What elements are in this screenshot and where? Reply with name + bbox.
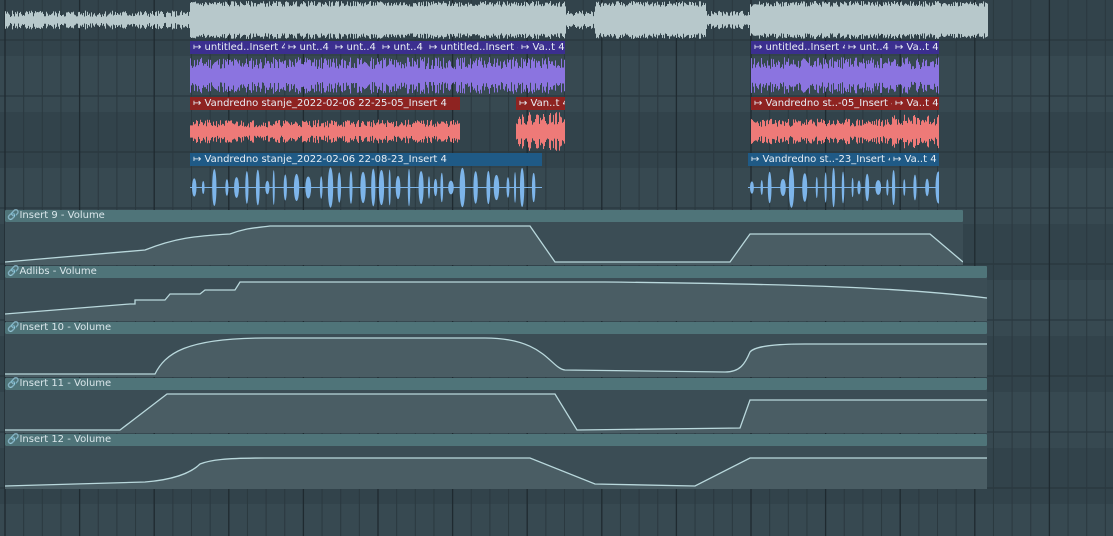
audio-clip[interactable]: ↦ Vandredno st..-05_Insert 4	[751, 97, 892, 153]
automation-clip-header[interactable]: 🔗Adlibs - Volume	[5, 266, 987, 278]
clip-title[interactable]: ↦ Vandredno st..-05_Insert 4	[751, 97, 892, 110]
automation-clip-header[interactable]: 🔗Insert 12 - Volume	[5, 434, 987, 446]
link-icon: 🔗	[7, 434, 20, 445]
audio-clip[interactable]: ↦ untitled..Insert 4	[426, 41, 518, 97]
clip-title[interactable]: ↦ Van..t 4	[516, 97, 565, 110]
audio-clip-top[interactable]	[5, 0, 988, 40]
automation-curve[interactable]	[5, 334, 987, 377]
audio-clip[interactable]: ↦ unt..4	[332, 41, 379, 97]
automation-clip-header[interactable]: 🔗Insert 9 - Volume	[5, 210, 963, 222]
waveform	[332, 57, 379, 94]
automation-curve[interactable]	[5, 222, 963, 265]
clip-title[interactable]: ↦ unt..4	[845, 41, 892, 54]
audio-clip[interactable]: ↦ Va..t 4	[892, 97, 939, 153]
waveform	[748, 167, 890, 208]
clip-title[interactable]: ↦ untitled..Insert 4	[426, 41, 518, 54]
clip-title[interactable]: ↦ Va..t 4	[890, 153, 939, 166]
audio-clip[interactable]: ↦ untitled..Insert 4	[190, 41, 285, 97]
waveform	[892, 114, 939, 149]
audio-clip[interactable]: ↦ unt..4	[845, 41, 892, 97]
audio-clip[interactable]: ↦ Van..t 4	[516, 97, 565, 153]
waveform	[751, 57, 845, 94]
link-icon: 🔗	[7, 378, 20, 389]
automation-clip-title: Adlibs - Volume	[19, 266, 97, 277]
waveform	[426, 57, 518, 94]
clip-title[interactable]: ↦ Vandredno stanje_2022-02-06 22-25-05_I…	[190, 97, 460, 110]
automation-clip-title: Insert 11 - Volume	[19, 378, 112, 389]
audio-clip[interactable]: ↦ Va..t 4	[518, 41, 565, 97]
waveform	[751, 118, 892, 145]
link-icon: 🔗	[7, 210, 20, 221]
automation-curve[interactable]	[5, 446, 987, 489]
clip-title[interactable]: ↦ Vandredno stanje_2022-02-06 22-08-23_I…	[190, 153, 542, 166]
clip-title[interactable]: ↦ Va..t 4	[892, 41, 939, 54]
audio-clip[interactable]: ↦ Vandredno stanje_2022-02-06 22-08-23_I…	[190, 153, 542, 209]
automation-clip-title: Insert 9 - Volume	[19, 210, 105, 221]
clip-title[interactable]: ↦ Va..t 4	[518, 41, 565, 54]
audio-clip[interactable]: ↦ Vandredno st..-23_Insert 4	[748, 153, 890, 209]
clip-title[interactable]: ↦ untitled..Insert 4	[190, 41, 285, 54]
automation-clip-title: Insert 12 - Volume	[19, 434, 112, 445]
clip-title[interactable]: ↦ unt..4	[332, 41, 379, 54]
waveform	[5, 1, 988, 39]
link-icon: 🔗	[7, 322, 20, 333]
audio-clip[interactable]: ↦ Va..t 4	[890, 153, 939, 209]
waveform	[190, 119, 460, 144]
waveform	[845, 57, 892, 94]
automation-curve[interactable]	[5, 390, 987, 433]
waveform	[285, 57, 332, 94]
waveform	[890, 169, 939, 206]
waveform	[516, 112, 565, 151]
clip-title[interactable]: ↦ Va..t 4	[892, 97, 939, 110]
audio-clip[interactable]: ↦ unt..4	[285, 41, 332, 97]
clip-title[interactable]: ↦ unt..4	[285, 41, 332, 54]
automation-clip-header[interactable]: 🔗Insert 11 - Volume	[5, 378, 987, 390]
automation-curve[interactable]	[5, 278, 987, 321]
audio-clip[interactable]: ↦ Va..t 4	[892, 41, 939, 97]
waveform	[190, 167, 542, 208]
automation-clip-title: Insert 10 - Volume	[19, 322, 112, 333]
clip-title[interactable]: ↦ Vandredno st..-23_Insert 4	[748, 153, 890, 166]
audio-clip[interactable]: ↦ untitled..Insert 4	[751, 41, 845, 97]
waveform	[379, 57, 426, 94]
clip-title[interactable]: ↦ untitled..Insert 4	[751, 41, 845, 54]
clip-title[interactable]: ↦ unt..4	[379, 41, 426, 54]
audio-clip[interactable]: ↦ Vandredno stanje_2022-02-06 22-25-05_I…	[190, 97, 460, 153]
waveform	[892, 57, 939, 94]
audio-clip[interactable]: ↦ unt..4	[379, 41, 426, 97]
automation-clip-header[interactable]: 🔗Insert 10 - Volume	[5, 322, 987, 334]
waveform	[190, 57, 285, 94]
waveform	[518, 57, 565, 94]
link-icon: 🔗	[7, 266, 20, 277]
